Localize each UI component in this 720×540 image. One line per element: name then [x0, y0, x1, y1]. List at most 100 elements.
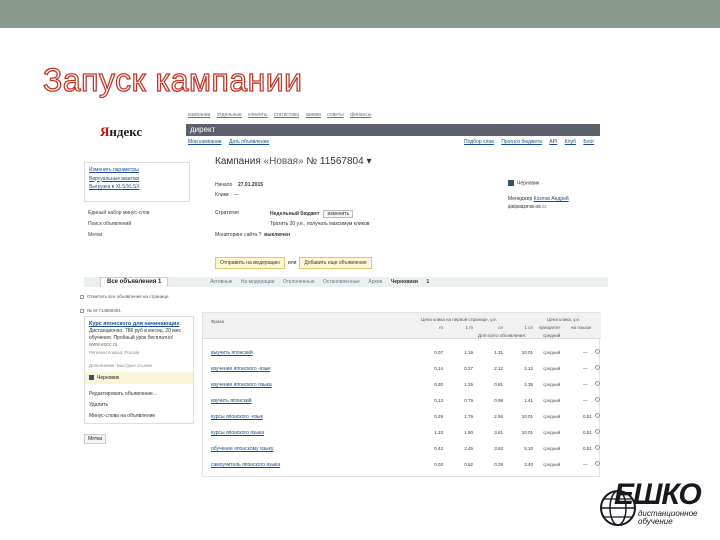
link-add-ad[interactable]: Дать объявление — [229, 139, 269, 145]
bid-cell[interactable]: — — [583, 366, 588, 371]
phrase-link[interactable]: самоучитель японского языка — [211, 462, 280, 468]
link-word-picker[interactable]: Подбор слов — [464, 139, 494, 145]
ad-minus-words-link[interactable]: Минус-слова на объявление — [89, 411, 157, 422]
price-cell: 2.12 — [494, 366, 503, 371]
phrase-link[interactable]: изучение японского -язык — [211, 366, 270, 372]
price-cell: 1.41 — [524, 398, 533, 403]
top-link[interactable]: финансы — [350, 112, 371, 118]
priority-cell[interactable]: средний — [543, 382, 560, 387]
bid-cell[interactable]: — — [583, 350, 588, 355]
ad-id: № М-714869461 — [80, 308, 121, 313]
phrase-link[interactable]: курсы японского языка — [211, 430, 264, 436]
priority-cell[interactable]: средний — [543, 366, 560, 371]
link-api[interactable]: API — [549, 139, 557, 145]
top-link[interactable]: советы — [327, 112, 343, 118]
help-icon[interactable]: ? — [259, 232, 262, 238]
add-ad-button[interactable]: Добавить еще объявление — [299, 257, 372, 269]
link-blog[interactable]: Блог — [583, 139, 594, 145]
manager-name-link[interactable]: Козлов Андрей — [534, 196, 569, 202]
table-row: курсы японского -язык 0.29 1.79 2.56 10.01 ср… — [203, 409, 601, 425]
bid-cell[interactable]: 0.01 — [583, 430, 592, 435]
ad-status-band: Черновик — [85, 372, 193, 384]
price-cell: 0.42 — [434, 446, 443, 451]
top-link[interactable]: отдельные — [217, 112, 242, 118]
price-cell: 3.62 — [494, 446, 503, 451]
strategy-desc: Тратить 20 у.е., получать максимум клико… — [270, 221, 370, 227]
link-virtual-cards[interactable]: Виртуальные визитки — [89, 175, 185, 184]
tab-drafts[interactable]: Черновики 1 — [391, 279, 436, 285]
yandex-logo[interactable]: Яндекс — [100, 124, 142, 140]
link-budget-forecast[interactable]: Прогноз бюджета — [501, 139, 542, 145]
bid-cell[interactable]: — — [583, 382, 588, 387]
priority-cell[interactable]: средний — [543, 462, 560, 467]
tab-all-ads[interactable]: Все объявления 1 — [100, 277, 169, 287]
select-all-row[interactable]: Отметить все объявления на странице — [80, 294, 168, 299]
bid-cell[interactable]: 0.01 — [583, 414, 592, 419]
delete-ad-link[interactable]: Удалить — [89, 400, 157, 411]
ad-text: Дистанционно. 786 руб в месяц. 20 мес об… — [89, 328, 182, 341]
yandex-direct-screenshot: Яндекс кампании отдельные клиенты статис… — [80, 112, 608, 482]
info-icon[interactable] — [595, 397, 600, 402]
priority-cell[interactable]: средний — [543, 446, 560, 451]
labels-button[interactable]: Метки — [84, 434, 107, 444]
tab-moderation[interactable]: На модерации — [241, 279, 275, 285]
price-cell: 0.14 — [434, 366, 443, 371]
tab-stopped[interactable]: Остановленные — [323, 279, 360, 285]
phrases-table-header: Фраза Цена клика на первой странице, у.е… — [203, 313, 601, 339]
brand-tagline: дистанционное обучение — [638, 509, 698, 526]
price-cell: 1.33 — [434, 430, 443, 435]
priority-cell[interactable]: средний — [543, 414, 560, 419]
ad-card: Курс японского для начинающих Дистанцион… — [84, 316, 194, 424]
phrase-link[interactable]: выучить японский — [211, 350, 253, 356]
info-icon[interactable] — [595, 445, 600, 450]
price-cell: 3.61 — [494, 430, 503, 435]
price-cell: 10.01 — [521, 350, 533, 355]
brand-logo: ЕШКО дистанционное обучение — [598, 478, 710, 536]
top-link[interactable]: заявки — [305, 112, 320, 118]
priority-cell[interactable]: средний — [543, 350, 560, 355]
bid-cell[interactable]: 0.01 — [583, 446, 592, 451]
info-icon[interactable] — [595, 429, 600, 434]
ad-actions: Редактировать объявление... Удалить Мину… — [89, 389, 157, 422]
link-my-campaigns[interactable]: Мои кампании — [188, 139, 222, 145]
tab-active[interactable]: Активные — [210, 279, 232, 285]
bid-cell[interactable]: — — [583, 462, 588, 467]
priority-cell[interactable]: средний — [543, 430, 560, 435]
top-link[interactable]: статистика — [274, 112, 299, 118]
slide-top-bar — [0, 0, 720, 28]
tab-rejected[interactable]: Отклоненные — [283, 279, 315, 285]
info-icon[interactable] — [595, 461, 600, 466]
priority-cell[interactable]: средний — [543, 398, 560, 403]
phrase-link[interactable]: изучение японского языка — [211, 382, 272, 388]
select-all-checkbox[interactable] — [80, 294, 84, 299]
ad-title[interactable]: Курс японского для начинающих — [89, 321, 179, 327]
link-edit-params[interactable]: Изменить параметры — [89, 166, 185, 175]
link-search-ads[interactable]: Поиск объявлений — [88, 219, 149, 230]
top-link[interactable]: кампании — [188, 112, 210, 118]
phrase-link[interactable]: курсы японского -язык — [211, 414, 263, 420]
info-icon[interactable] — [595, 413, 600, 418]
tab-archive[interactable]: Архив — [368, 279, 382, 285]
chevron-down-icon[interactable]: ▾ — [366, 156, 371, 167]
subnav-right: Подбор слов Прогноз бюджета API Клуб Бло… — [458, 139, 594, 145]
link-labels[interactable]: Метки — [88, 230, 149, 241]
edit-ad-link[interactable]: Редактировать объявление... — [89, 389, 157, 400]
price-cell: 0.81 — [494, 382, 503, 387]
status-tabs: Активные На модерации Отклоненные Остано… — [210, 279, 443, 285]
phrase-link[interactable]: изучить японский — [211, 398, 251, 404]
bid-cell[interactable]: — — [583, 398, 588, 403]
price-cell: 0.07 — [434, 350, 443, 355]
change-strategy-button[interactable]: изменить — [323, 210, 354, 218]
info-icon[interactable] — [595, 365, 600, 370]
link-club[interactable]: Клуб — [565, 139, 576, 145]
info-icon[interactable] — [595, 349, 600, 354]
phrase-link[interactable]: обучение японскому языку — [211, 446, 273, 452]
price-cell: 10.01 — [521, 430, 533, 435]
link-minus-words[interactable]: Единый набор минус-слов — [88, 208, 149, 219]
ad-checkbox[interactable] — [80, 308, 84, 313]
send-to-moderation-button[interactable]: Отправить на модерацию — [215, 257, 285, 269]
link-export-xls[interactable]: Выгрузка в XLS/XLSX — [89, 183, 185, 192]
top-link[interactable]: клиенты — [248, 112, 267, 118]
info-icon[interactable] — [595, 381, 600, 386]
service-title: директ — [190, 125, 216, 134]
